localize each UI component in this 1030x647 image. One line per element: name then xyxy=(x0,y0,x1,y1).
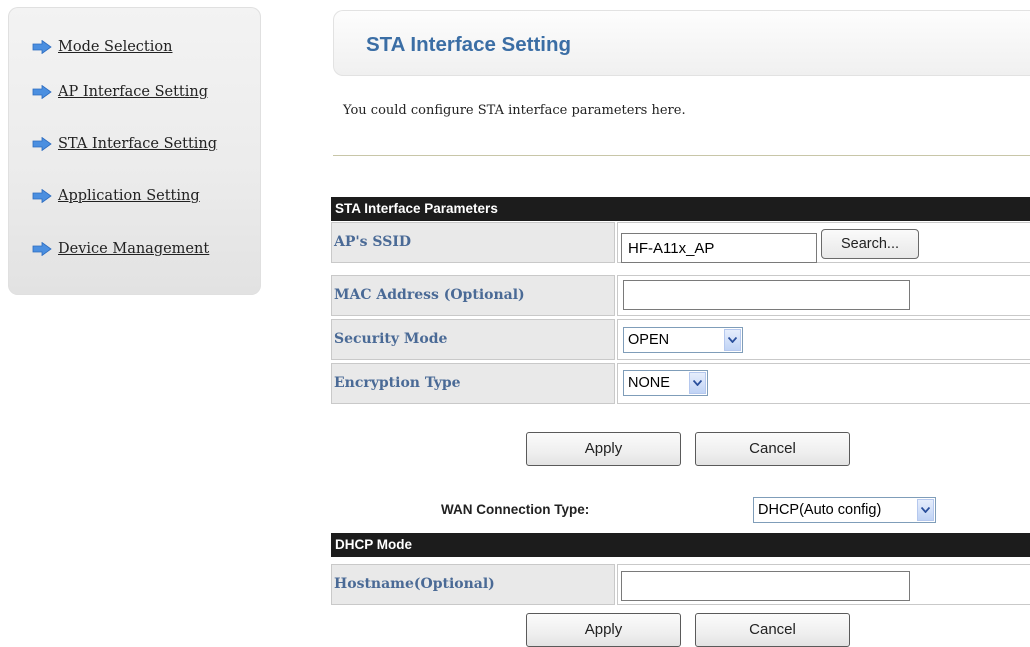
sidebar-item-device-management[interactable]: Device Management xyxy=(32,238,209,260)
ssid-input[interactable] xyxy=(621,233,817,263)
sidebar-item-label[interactable]: STA Interface Setting xyxy=(58,136,217,152)
divider xyxy=(333,155,1030,156)
security-mode-value: OPEN xyxy=(628,332,670,348)
apply-button-dhcp[interactable]: Apply xyxy=(526,613,681,647)
chevron-down-icon[interactable] xyxy=(689,372,706,394)
ssid-label: AP's SSID xyxy=(331,222,615,263)
wan-connection-type-label: WAN Connection Type: xyxy=(441,502,590,517)
page-description: You could configure STA interface parame… xyxy=(343,103,686,118)
dhcp-mode-header: DHCP Mode xyxy=(331,533,1030,557)
sta-params-header: STA Interface Parameters xyxy=(331,197,1030,221)
arrow-right-icon xyxy=(32,189,52,203)
arrow-right-icon xyxy=(32,40,52,54)
arrow-right-icon xyxy=(32,137,52,151)
sidebar-item-label[interactable]: Mode Selection xyxy=(58,39,172,55)
arrow-right-icon xyxy=(32,242,52,256)
wan-connection-type-select[interactable]: DHCP(Auto config) xyxy=(753,497,936,523)
wan-connection-type-value: DHCP(Auto config) xyxy=(758,502,882,518)
sidebar-item-mode-selection[interactable]: Mode Selection xyxy=(32,36,172,58)
encryption-type-label: Encryption Type xyxy=(331,363,615,404)
chevron-down-icon[interactable] xyxy=(917,499,934,521)
security-mode-label: Security Mode xyxy=(331,319,615,360)
cancel-button-dhcp[interactable]: Cancel xyxy=(695,613,850,647)
mac-address-input[interactable] xyxy=(623,280,910,310)
hostname-label: Hostname(Optional) xyxy=(331,564,615,605)
sidebar-item-label[interactable]: Application Setting xyxy=(58,188,200,204)
sidebar-item-application-setting[interactable]: Application Setting xyxy=(32,185,200,207)
apply-button[interactable]: Apply xyxy=(526,432,681,466)
sidebar-item-sta-interface[interactable]: STA Interface Setting xyxy=(32,133,217,155)
encryption-type-value: NONE xyxy=(628,375,670,391)
hostname-input[interactable] xyxy=(621,571,910,601)
search-button[interactable]: Search... xyxy=(821,229,919,259)
sidebar-item-label[interactable]: AP Interface Setting xyxy=(58,84,208,100)
cancel-button[interactable]: Cancel xyxy=(695,432,850,466)
chevron-down-icon[interactable] xyxy=(724,329,741,351)
arrow-right-icon xyxy=(32,85,52,99)
mac-label: MAC Address (Optional) xyxy=(331,275,615,316)
page-title: STA Interface Setting xyxy=(366,33,572,56)
sidebar-item-ap-interface[interactable]: AP Interface Setting xyxy=(32,81,208,103)
encryption-type-select[interactable]: NONE xyxy=(623,370,708,396)
security-mode-select[interactable]: OPEN xyxy=(623,327,743,353)
sidebar-item-label[interactable]: Device Management xyxy=(58,241,209,257)
